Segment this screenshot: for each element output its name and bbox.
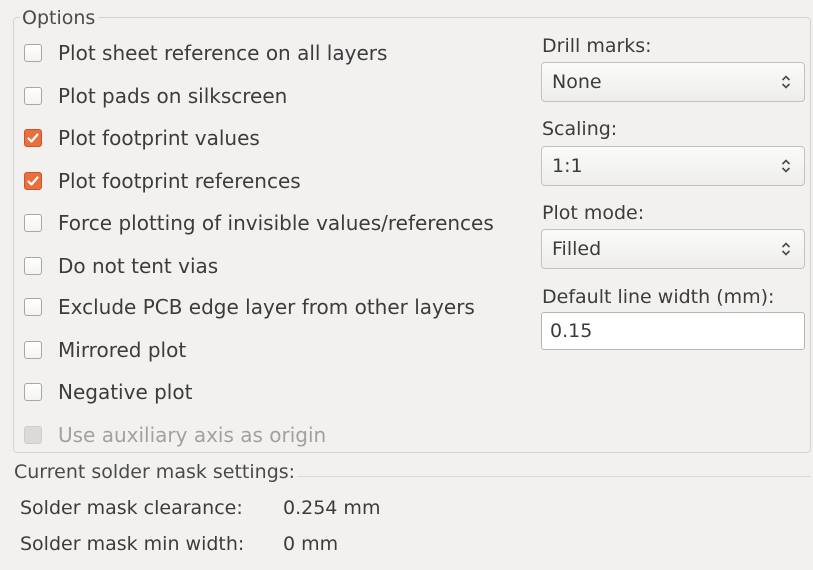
up-down-chevron-icon	[776, 69, 796, 95]
solder-mask-title-text: Current solder mask settings:	[14, 461, 298, 483]
solder-mask-min-width-label: Solder mask min width:	[20, 533, 245, 555]
plot-pads-silkscreen-checkbox[interactable]: Plot pads on silkscreen	[24, 81, 287, 111]
checkbox-label: Plot footprint references	[58, 169, 301, 193]
checkbox-box[interactable]	[24, 214, 42, 232]
use-aux-axis-origin-checkbox: Use auxiliary axis as origin	[24, 420, 326, 450]
plot-footprint-values-checkbox[interactable]: Plot footprint values	[24, 123, 260, 153]
checkbox-box[interactable]	[24, 44, 42, 62]
plot-footprint-references-checkbox[interactable]: Plot footprint references	[24, 166, 301, 196]
checkbox-label: Mirrored plot	[58, 338, 187, 362]
plot-mode-label: Plot mode:	[542, 202, 645, 224]
checkbox-label: Use auxiliary axis as origin	[58, 423, 327, 447]
checkbox-box[interactable]	[24, 257, 42, 275]
checkbox-box[interactable]	[24, 341, 42, 359]
scaling-value: 1:1	[552, 155, 583, 177]
exclude-pcb-edge-checkbox[interactable]: Exclude PCB edge layer from other layers	[24, 292, 475, 322]
up-down-chevron-icon	[776, 236, 796, 262]
options-title: Options	[20, 6, 99, 30]
checkbox-label: Negative plot	[58, 380, 193, 404]
checkbox-label: Plot pads on silkscreen	[58, 84, 288, 108]
checkbox-box[interactable]	[24, 298, 42, 316]
scaling-select[interactable]: 1:1	[541, 146, 805, 186]
checkbox-box[interactable]	[24, 383, 42, 401]
force-plot-invisible-checkbox[interactable]: Force plotting of invisible values/refer…	[24, 208, 494, 238]
line-width-label: Default line width (mm):	[542, 286, 775, 308]
plot-mode-select[interactable]: Filled	[541, 229, 805, 269]
check-icon[interactable]	[24, 172, 42, 190]
up-down-chevron-icon	[776, 153, 796, 179]
drill-marks-select[interactable]: None	[541, 62, 805, 102]
check-icon[interactable]	[24, 129, 42, 147]
drill-marks-label: Drill marks:	[542, 35, 652, 57]
do-not-tent-vias-checkbox[interactable]: Do not tent vias	[24, 251, 218, 281]
checkbox-label: Force plotting of invisible values/refer…	[58, 211, 494, 235]
checkbox-label: Exclude PCB edge layer from other layers	[58, 295, 475, 319]
checkbox-box	[24, 426, 42, 444]
checkbox-label: Do not tent vias	[58, 254, 219, 278]
mirrored-plot-checkbox[interactable]: Mirrored plot	[24, 335, 186, 365]
solder-mask-title: Current solder mask settings:	[14, 461, 298, 483]
drill-marks-value: None	[552, 71, 602, 93]
scaling-label: Scaling:	[542, 118, 618, 140]
solder-mask-clearance-value: 0.254 mm	[283, 497, 381, 519]
line-width-input[interactable]	[541, 312, 805, 350]
plot-mode-value: Filled	[552, 238, 602, 260]
checkbox-label: Plot footprint values	[58, 126, 260, 150]
checkbox-label: Plot sheet reference on all layers	[58, 41, 388, 65]
solder-mask-min-width-value: 0 mm	[283, 533, 339, 555]
plot-sheet-reference-checkbox[interactable]: Plot sheet reference on all layers	[24, 38, 387, 68]
checkbox-box[interactable]	[24, 87, 42, 105]
negative-plot-checkbox[interactable]: Negative plot	[24, 377, 192, 407]
solder-mask-clearance-label: Solder mask clearance:	[20, 497, 243, 519]
